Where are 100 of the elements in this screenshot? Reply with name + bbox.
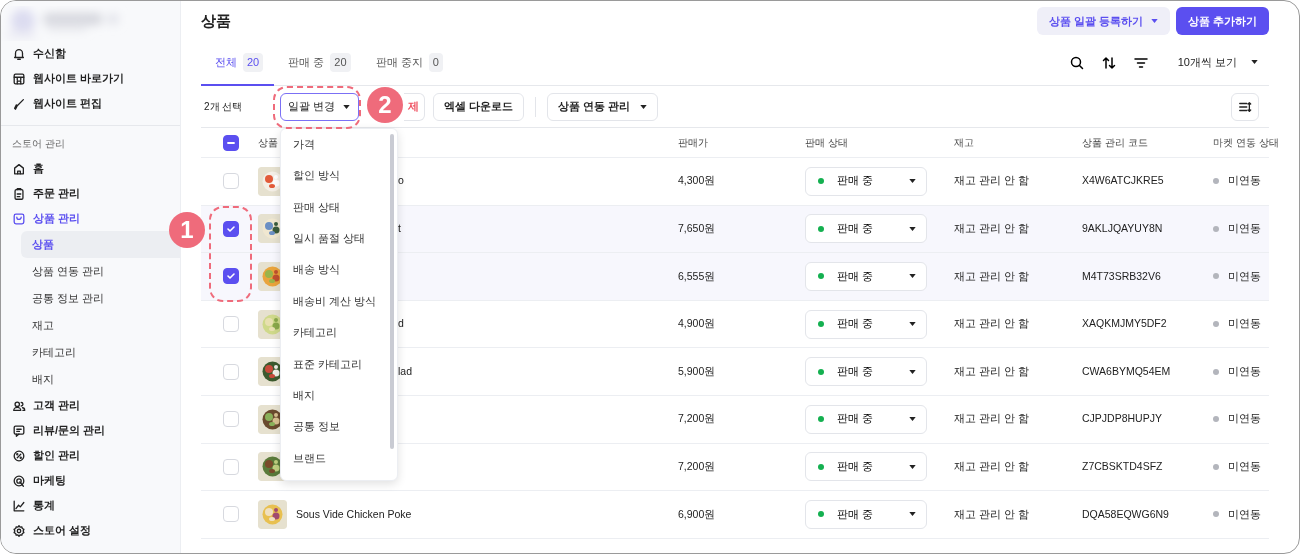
price: 6,900원 (678, 507, 716, 520)
status-select[interactable]: 판매 중 (805, 499, 927, 529)
menu-item[interactable]: 배송 방식 (281, 254, 386, 286)
market-status: 미연동 (1228, 459, 1261, 474)
market-status: 미연동 (1228, 173, 1261, 189)
step-marker: 2 (367, 87, 403, 123)
product-name: o (398, 173, 405, 189)
market-status: 미연동 (1228, 411, 1261, 427)
status-select[interactable]: 판매 중 (805, 309, 927, 339)
price: 4,300원 (678, 174, 716, 187)
market-status: 미연동 (1228, 268, 1261, 284)
sidebar-item[interactable]: 마케팅 (1, 468, 74, 493)
add-product-button[interactable]: 상품 추가하기 (1175, 7, 1269, 35)
tab-count: 20 (330, 53, 351, 72)
stock: 재고 관리 안 함 (954, 364, 1029, 377)
tab-count: 0 (428, 53, 443, 72)
sidebar-item[interactable]: 웹사이트 편집 (1, 91, 111, 116)
status-select[interactable]: 판매 중 (805, 214, 927, 244)
bulk-register-button[interactable]: 상품 일괄 등록하기 (1037, 7, 1171, 35)
status-select[interactable]: 판매 중 (805, 404, 927, 434)
sidebar-item[interactable]: 고객 관리 (1, 393, 89, 418)
sidebar-item[interactable]: 수신함 (1, 41, 74, 66)
price: 7,200원 (678, 412, 716, 425)
column-header: 판매가 (678, 137, 708, 148)
tab[interactable]: 판매 중지 0 (361, 41, 454, 86)
toolbar-button[interactable]: 제 (404, 92, 425, 121)
product-name: d (398, 316, 405, 332)
sidebar-subitem[interactable]: 재고 (21, 312, 180, 339)
product-code: DQA58EQWG6N9 (1082, 507, 1169, 520)
column-header: 재고 (954, 137, 974, 148)
menu-item[interactable]: 카테고리 (281, 317, 386, 349)
menu-item[interactable]: 표준 카테고리 (281, 348, 386, 381)
tab-count: 20 (243, 53, 264, 72)
product-name: t (398, 221, 402, 236)
sidebar-subitem[interactable]: 배지 (21, 366, 180, 393)
menu-item[interactable]: 배지 (281, 380, 386, 412)
sidebar-item[interactable]: 홈 (1, 156, 52, 181)
column-header: 상품 (258, 136, 278, 150)
toolbar-button[interactable]: 엑셀 다운로드 (433, 92, 524, 121)
sidebar-subitem[interactable]: 공통 정보 관리 (21, 285, 180, 312)
market-status: 미연동 (1228, 316, 1261, 332)
product-code: CWA6BYMQ54EM (1082, 364, 1171, 377)
stock: 재고 관리 안 함 (954, 222, 1029, 234)
price: 7,200원 (678, 460, 716, 472)
menu-item[interactable]: 가격 (281, 129, 386, 161)
product-code: Z7CBSKTD4SFZ (1082, 460, 1163, 472)
tab[interactable]: 전체 20 (201, 41, 275, 86)
dropdown-button[interactable]: 상품 연동 관리 (546, 92, 658, 121)
stock: 재고 관리 안 함 (954, 412, 1029, 425)
dropdown-button[interactable]: 일괄 변경 (280, 92, 359, 121)
stock: 재고 관리 안 함 (954, 460, 1029, 472)
price: 5,900원 (678, 364, 716, 377)
product-code: X4W6ATCJKRE5 (1082, 174, 1164, 187)
sidebar-item[interactable]: 할인 관리 (1, 443, 89, 468)
column-header: 마켓 연동 상태 (1213, 136, 1279, 150)
tab-label: 판매 중지 (375, 55, 423, 71)
product-name: lad (398, 363, 413, 379)
market-status: 미연동 (1228, 221, 1261, 236)
column-header: 판매 상태 (805, 137, 848, 148)
tab[interactable]: 판매 중 20 (274, 41, 362, 86)
product-code: M4T73SRB32V6 (1082, 269, 1161, 282)
menu-item[interactable]: 일시 품절 상태 (281, 223, 386, 255)
tab-label: 판매 중 (288, 55, 325, 71)
product-name: Sous Vide Chicken Poke (296, 506, 412, 522)
market-status: 미연동 (1228, 506, 1261, 522)
status-select[interactable]: 판매 중 (805, 262, 927, 291)
price: 7,650원 (678, 222, 716, 234)
sidebar-item[interactable]: 상품 관리 (1, 206, 89, 231)
column-header: 상품 관리 코드 (1082, 137, 1148, 148)
tab-label: 전체 (215, 55, 237, 71)
sidebar-subitem[interactable]: 상품 (21, 231, 180, 258)
sidebar-item[interactable]: 리뷰/문의 관리 (1, 418, 114, 443)
status-select[interactable]: 판매 중 (805, 166, 927, 196)
sidebar-subitem[interactable]: 카테고리 (21, 339, 180, 366)
product-code: 9AKLJQAYUY8N (1082, 222, 1163, 234)
price: 6,555원 (678, 269, 716, 282)
selection-count: 2개 선택 (203, 100, 244, 114)
menu-item[interactable]: 할인 방식 (281, 160, 386, 192)
sidebar-item[interactable]: 주문 관리 (1, 181, 89, 206)
stock: 재고 관리 안 함 (954, 269, 1029, 282)
sidebar-subitem[interactable]: 상품 연동 관리 (21, 258, 180, 285)
sidebar-item[interactable]: 통계 (1, 493, 63, 518)
page-title: 상품 (201, 10, 231, 31)
stock: 재고 관리 안 함 (954, 317, 1029, 330)
menu-item[interactable]: 배송비 계산 방식 (281, 285, 386, 318)
stock: 재고 관리 안 함 (954, 174, 1029, 187)
stock: 재고 관리 안 함 (954, 507, 1029, 520)
page-size-select[interactable]: 10개씩 보기 (1163, 40, 1269, 86)
status-select[interactable]: 판매 중 (805, 452, 927, 482)
sidebar-item[interactable]: 웹사이트 바로가기 (1, 66, 133, 91)
price: 4,900원 (678, 317, 716, 330)
menu-item[interactable]: 브랜드 (281, 442, 386, 475)
sidebar-item[interactable]: 스토어 설정 (1, 518, 100, 543)
status-select[interactable]: 판매 중 (805, 357, 927, 387)
menu-item[interactable]: 공통 정보 (281, 411, 386, 443)
product-code: XAQKMJMY5DF2 (1082, 317, 1167, 330)
menu-item[interactable]: 판매 상태 (281, 191, 386, 224)
market-status: 미연동 (1228, 363, 1261, 379)
section-label: 스토어 관리 (11, 137, 66, 151)
product-code: CJPJDP8HUPJY (1082, 412, 1162, 425)
